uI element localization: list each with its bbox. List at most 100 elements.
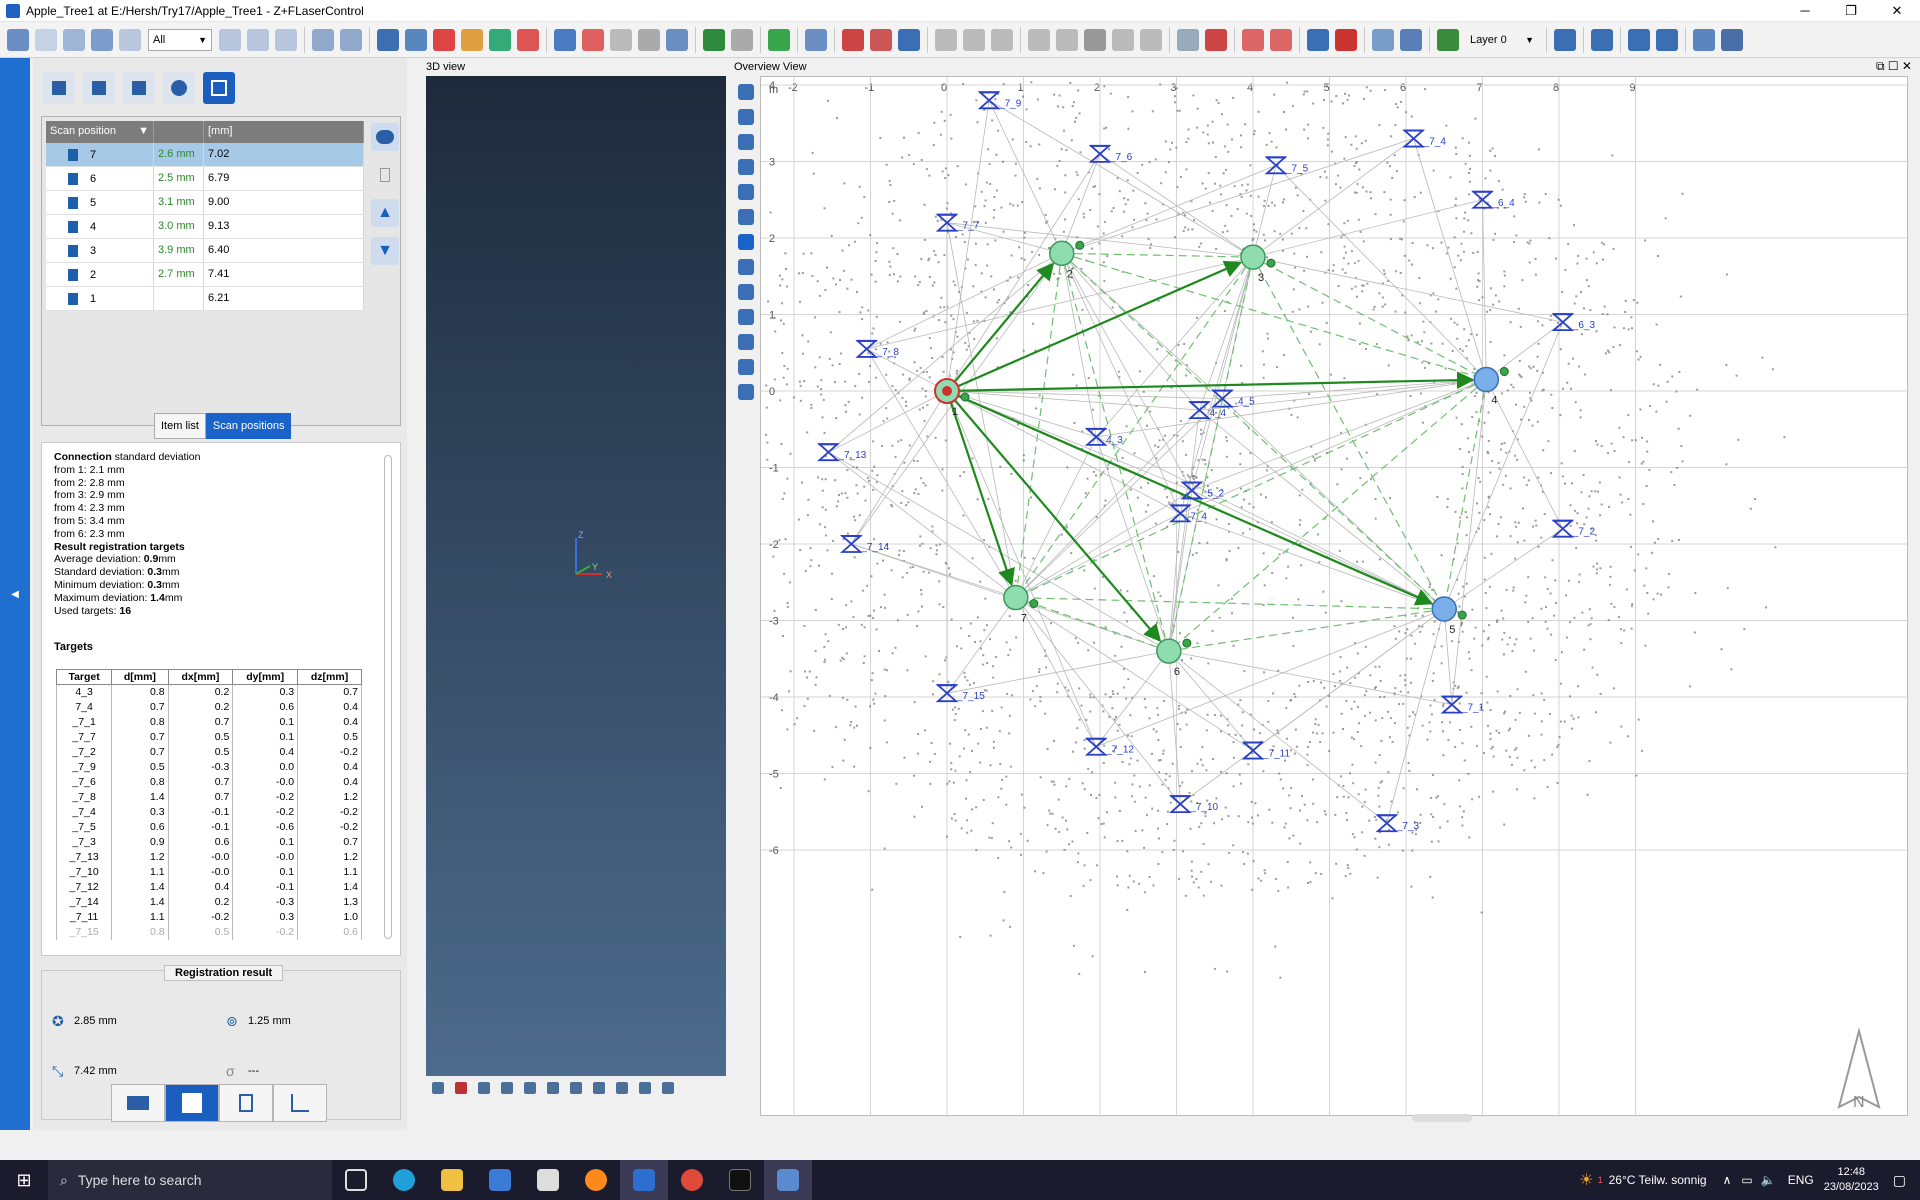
chrome-app[interactable] (668, 1160, 716, 1200)
zoom-out-icon[interactable] (738, 209, 754, 225)
pen-icon[interactable] (1693, 28, 1715, 51)
cube-red-icon[interactable] (455, 1082, 467, 1094)
chevron-up-icon[interactable]: ∧ (1723, 1173, 1732, 1187)
palette-icon[interactable] (517, 28, 539, 51)
grid-icon[interactable] (570, 1082, 582, 1094)
task-view-button[interactable] (332, 1160, 380, 1200)
split-icon[interactable] (1656, 28, 1678, 51)
table-icon[interactable] (1591, 28, 1613, 51)
graph-icon[interactable] (582, 28, 604, 51)
cloud-icon[interactable] (524, 1082, 536, 1094)
terminal-app[interactable] (716, 1160, 764, 1200)
arrange-icon[interactable] (1628, 28, 1650, 51)
document-icon[interactable] (738, 384, 754, 400)
zoom-icon[interactable] (247, 28, 269, 51)
network-icon[interactable]: ▭ (1741, 1173, 1752, 1187)
bucket-icon[interactable] (666, 28, 688, 51)
view3d-canvas[interactable]: Z Y X (426, 76, 726, 1076)
scan-row[interactable]: 6 2.5 mm 6.79 (46, 167, 364, 191)
stack-icon[interactable] (991, 28, 1013, 51)
swap-icon[interactable] (1400, 28, 1422, 51)
notification-icon[interactable]: ▢ (1893, 1172, 1906, 1189)
table-row[interactable]: _7_8 1.4 0.7 -0.2 1.2 (55, 789, 362, 805)
delete-icon[interactable] (1335, 28, 1357, 51)
maximize-button[interactable]: ❐ (1828, 0, 1874, 22)
table-row[interactable]: _7_3 0.9 0.6 0.1 0.7 (55, 834, 362, 850)
marker-icon[interactable] (1205, 28, 1227, 51)
overview-map[interactable]: -2 -1 0 1 2 3 4 5 6 7 8 943210-1-2-3-4-5-6 _7_9_7_6… (761, 77, 1909, 1117)
columns-icon[interactable] (963, 28, 985, 51)
targets-header-cell[interactable]: dx[mm] (167, 669, 234, 685)
scan-row[interactable]: 4 3.0 mm 9.13 (46, 215, 364, 239)
weather-text[interactable]: 26°C Teilw. sonnig (1609, 1173, 1707, 1187)
layout-icon[interactable] (63, 28, 85, 51)
rotate-icon[interactable] (738, 284, 754, 300)
chart-icon[interactable] (489, 28, 511, 51)
sphere-icon[interactable] (662, 1082, 674, 1094)
table-row[interactable]: _7_11 1.1 -0.2 0.3 1.0 (55, 909, 362, 925)
cloud-icon[interactable] (405, 28, 427, 51)
taskbar-search[interactable]: ⌕ Type here to search (48, 1160, 332, 1200)
table-row[interactable]: _7_14 1.4 0.2 -0.3 1.3 (55, 894, 362, 910)
filter-select[interactable]: All ▼ (148, 28, 212, 51)
table-row[interactable]: _7_5 0.6 -0.1 -0.6 -0.2 (55, 819, 362, 835)
minimize-button[interactable]: ─ (1782, 0, 1828, 22)
play-icon[interactable] (219, 28, 241, 51)
volume-icon[interactable]: 🔈 (1761, 1173, 1776, 1187)
header-mm[interactable]: [mm] (204, 121, 364, 143)
move-up-button[interactable]: ▲ (371, 199, 399, 227)
tool-b-icon[interactable] (1056, 28, 1078, 51)
mode-tab-register[interactable] (165, 1084, 219, 1122)
list-icon[interactable] (738, 134, 754, 150)
erase-icon[interactable] (1177, 28, 1199, 51)
cursor-icon[interactable] (639, 1082, 651, 1094)
table-row[interactable]: _7_4 0.3 -0.1 -0.2 -0.2 (55, 804, 362, 820)
table-row[interactable]: 7_4 0.7 0.2 0.6 0.4 (55, 699, 362, 715)
dots-icon[interactable] (593, 1082, 605, 1094)
tool-a-icon[interactable] (1028, 28, 1050, 51)
target-button[interactable] (163, 72, 195, 104)
brush-icon[interactable] (738, 359, 754, 375)
table-row[interactable]: _7_9 0.5 -0.3 0.0 0.4 (55, 759, 362, 775)
mail-app[interactable] (524, 1160, 572, 1200)
pen-icon[interactable] (547, 1082, 559, 1094)
window-icon[interactable] (805, 28, 827, 51)
network-icon[interactable] (898, 28, 920, 51)
explorer-app[interactable] (428, 1160, 476, 1200)
undo-icon[interactable] (275, 28, 297, 51)
open-icon[interactable] (35, 28, 57, 51)
collapse-side-strip[interactable]: ◀ (0, 58, 30, 1130)
targets-header-cell[interactable]: d[mm] (111, 669, 169, 685)
move-down-button[interactable]: ▼ (371, 237, 399, 265)
image-icon[interactable] (461, 28, 483, 51)
targets-header-cell[interactable]: dy[mm] (232, 669, 299, 685)
scan-row[interactable]: 3 3.9 mm 6.40 (46, 239, 364, 263)
header-deviation[interactable] (154, 121, 204, 143)
table-row[interactable]: _7_12 1.4 0.4 -0.1 1.4 (55, 879, 362, 895)
mode-tab-report[interactable] (219, 1084, 273, 1122)
tool-d-icon[interactable] (1112, 28, 1134, 51)
split-view-button[interactable] (43, 72, 75, 104)
table-row[interactable]: _7_2 0.7 0.5 0.4 -0.2 (55, 744, 362, 760)
share-icon[interactable] (738, 334, 754, 350)
select-icon[interactable] (738, 259, 754, 275)
next-icon[interactable] (312, 28, 334, 51)
zoom-in-icon[interactable] (738, 184, 754, 200)
grid-icon[interactable] (935, 28, 957, 51)
back-icon[interactable] (119, 28, 141, 51)
language-indicator[interactable]: ENG (1788, 1173, 1814, 1187)
chart-button[interactable] (83, 72, 115, 104)
overview-canvas[interactable]: -2 -1 0 1 2 3 4 5 6 7 8 9 4 3 2 1 0 -1 -2 -3 -4 -5 -6 _7_9 _7_6… (760, 76, 1909, 1117)
add-target-icon[interactable] (1242, 28, 1264, 51)
layers-icon[interactable] (738, 309, 754, 325)
table-row[interactable]: _7_15 0.8 0.5 -0.2 0.6 (55, 924, 362, 940)
overview-window-buttons[interactable]: ⧉ ☐ ✕ (1876, 59, 1912, 74)
table-row[interactable]: _7_1 0.8 0.7 0.1 0.4 (55, 714, 362, 730)
table-row[interactable]: 4_3 0.8 0.2 0.3 0.7 (55, 684, 362, 700)
wrench-icon[interactable] (1307, 28, 1329, 51)
scan-icon[interactable] (377, 28, 399, 51)
export-icon[interactable] (1554, 28, 1576, 51)
firefox-app[interactable] (572, 1160, 620, 1200)
start-button[interactable]: ⊞ (0, 1160, 48, 1200)
targets-header-cell[interactable]: Target (55, 669, 113, 685)
